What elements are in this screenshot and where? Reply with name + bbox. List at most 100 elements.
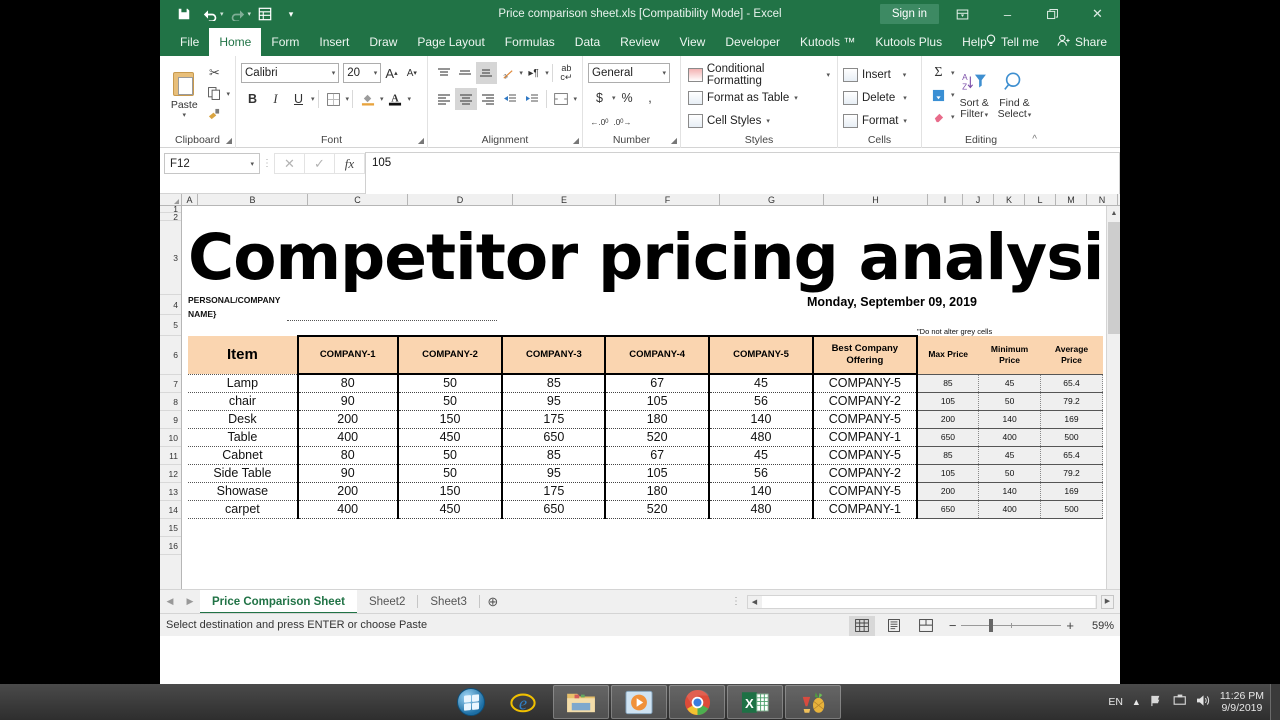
font-dialog-launcher[interactable]: ◢	[418, 136, 424, 145]
windows-start-icon[interactable]	[448, 685, 494, 719]
name-box-dropdown-icon[interactable]: ▾	[250, 160, 254, 168]
average-price-cell[interactable]: 169	[1040, 409, 1103, 429]
max-price-cell[interactable]: 105	[916, 391, 980, 411]
row-header-2[interactable]: 2	[160, 213, 181, 221]
delete-cells-button[interactable]: Delete ▾	[843, 87, 916, 108]
tab-kutools[interactable]: Kutools ™	[790, 28, 865, 56]
item-cell[interactable]: chair	[188, 391, 298, 411]
bold-button[interactable]: B	[241, 88, 264, 110]
cell-styles-button[interactable]: Cell Styles ▾	[686, 110, 832, 131]
minimum-price-cell[interactable]: 400	[978, 499, 1042, 519]
company-4-price[interactable]: 520	[604, 427, 711, 447]
close-button[interactable]: ✕	[1075, 0, 1120, 28]
company-2-price[interactable]: 150	[396, 409, 504, 429]
autosum-icon[interactable]: Σ	[927, 62, 950, 84]
company-2-price[interactable]: 50	[396, 391, 504, 411]
row-header-5[interactable]: 5	[160, 315, 181, 336]
grow-font-button[interactable]: A ▴	[381, 62, 401, 84]
column-header-k[interactable]: K	[994, 194, 1025, 205]
windows-media-player-icon[interactable]	[611, 685, 667, 719]
sort-and-filter-button[interactable]: AZ Sort & Filter▾	[955, 68, 994, 121]
format-cells-dropdown-icon[interactable]: ▾	[903, 117, 907, 125]
align-bottom-icon[interactable]	[475, 62, 498, 84]
show-hidden-icons-icon[interactable]: ▲	[1132, 697, 1141, 707]
company-2-price[interactable]: 450	[396, 499, 504, 519]
company-3-price[interactable]: 85	[501, 373, 607, 393]
company-1-price[interactable]: 200	[296, 481, 399, 501]
zoom-in-button[interactable]: +	[1066, 618, 1074, 633]
prev-sheet-icon[interactable]: ◀	[160, 596, 180, 607]
sheet-tab-sheet2[interactable]: Sheet2	[357, 590, 417, 614]
show-desktop-button[interactable]	[1270, 684, 1280, 720]
sort-filter-dropdown-icon[interactable]: ▾	[985, 112, 989, 119]
format-as-table-dropdown-icon[interactable]: ▾	[794, 94, 798, 102]
column-header-j[interactable]: J	[963, 194, 994, 205]
minimum-price-cell[interactable]: 50	[978, 463, 1042, 483]
horizontal-scrollbar[interactable]: ◀	[747, 594, 1097, 609]
average-price-cell[interactable]: 79.2	[1040, 391, 1103, 411]
company-5-price[interactable]: 45	[708, 445, 814, 465]
network-icon[interactable]	[1150, 694, 1164, 710]
table-row[interactable]: Lamp 80 50 85 67 45 COMPANY-5 85 45 65.4	[188, 373, 1103, 393]
clear-eraser-icon[interactable]	[927, 106, 950, 128]
minimum-price-cell[interactable]: 45	[978, 373, 1042, 393]
column-header-h[interactable]: H	[824, 194, 928, 205]
column-header-f[interactable]: F	[616, 194, 720, 205]
minimum-price-cell[interactable]: 45	[978, 445, 1042, 465]
page-layout-view-icon[interactable]	[881, 616, 907, 636]
best-company-cell[interactable]: COMPANY-5	[811, 373, 918, 393]
tab-formulas[interactable]: Formulas	[495, 28, 565, 56]
company-2-price[interactable]: 150	[396, 481, 504, 501]
align-center-icon[interactable]	[455, 88, 478, 110]
item-cell[interactable]: Showase	[188, 481, 298, 501]
horizontal-scroll-track[interactable]	[762, 595, 1095, 608]
company-4-price[interactable]: 180	[604, 481, 711, 501]
row-header-8[interactable]: 8	[160, 393, 181, 411]
company-5-price[interactable]: 56	[708, 463, 814, 483]
column-header-n[interactable]: N	[1087, 194, 1118, 205]
max-price-cell[interactable]: 650	[916, 499, 980, 519]
table-row[interactable]: Desk 200 150 175 180 140 COMPANY-5 200 140 169	[188, 409, 1103, 429]
row-header-11[interactable]: 11	[160, 447, 181, 465]
zoom-slider[interactable]: − +	[949, 618, 1074, 633]
row-header-10[interactable]: 10	[160, 429, 181, 447]
company-1-price[interactable]: 80	[296, 445, 399, 465]
row-header-4[interactable]: 4	[160, 295, 181, 315]
insert-function-icon[interactable]: fx	[335, 153, 365, 174]
collapse-ribbon-icon[interactable]: ^	[1032, 134, 1037, 145]
find-select-dropdown-icon[interactable]: ▾	[1028, 112, 1032, 119]
minimum-price-cell[interactable]: 50	[978, 391, 1042, 411]
insert-cells-button[interactable]: Insert ▾	[843, 64, 916, 85]
company-5-price[interactable]: 140	[708, 409, 814, 429]
format-cells-button[interactable]: Format ▾	[843, 110, 916, 131]
conditional-formatting-button[interactable]: Conditional Formatting ▾	[686, 63, 832, 87]
number-format-dropdown-icon[interactable]: ▾	[662, 69, 666, 77]
paste-dropdown-icon[interactable]: ▾	[182, 111, 186, 119]
comma-style-button[interactable]: ,	[639, 87, 662, 109]
company-5-price[interactable]: 56	[708, 391, 814, 411]
company-1-price[interactable]: 200	[296, 409, 399, 429]
company-3-price[interactable]: 650	[501, 499, 607, 519]
format-as-table-button[interactable]: Format as Table ▾	[686, 87, 832, 108]
excel-icon[interactable]: X	[727, 685, 783, 719]
row-header-3[interactable]: 3	[160, 221, 181, 295]
vertical-scrollbar[interactable]: ▲ ▼	[1106, 206, 1120, 589]
conditional-formatting-dropdown-icon[interactable]: ▾	[826, 71, 830, 79]
number-dialog-launcher[interactable]: ◢	[671, 136, 677, 145]
average-price-cell[interactable]: 79.2	[1040, 463, 1103, 483]
font-color-dropdown-icon[interactable]: ▾	[408, 95, 412, 103]
company-4-price[interactable]: 105	[604, 463, 711, 483]
company-4-price[interactable]: 180	[604, 409, 711, 429]
italic-button[interactable]: I	[264, 88, 287, 110]
tab-kutools-plus[interactable]: Kutools Plus	[865, 28, 952, 56]
sheet-tab-price-comparison-sheet[interactable]: Price Comparison Sheet	[200, 589, 357, 614]
tab-review[interactable]: Review	[610, 28, 669, 56]
copy-dropdown-icon[interactable]: ▾	[226, 90, 230, 98]
column-header-l[interactable]: L	[1025, 194, 1056, 205]
tell-me-button[interactable]: Tell me	[978, 34, 1046, 50]
google-chrome-icon[interactable]	[669, 685, 725, 719]
scroll-right-icon[interactable]: ▶	[1101, 594, 1114, 609]
table-row[interactable]: Side Table 90 50 95 105 56 COMPANY-2 105 50 79.2	[188, 463, 1103, 483]
internet-explorer-icon[interactable]: e	[495, 685, 551, 719]
row-header-15[interactable]: 15	[160, 519, 181, 537]
